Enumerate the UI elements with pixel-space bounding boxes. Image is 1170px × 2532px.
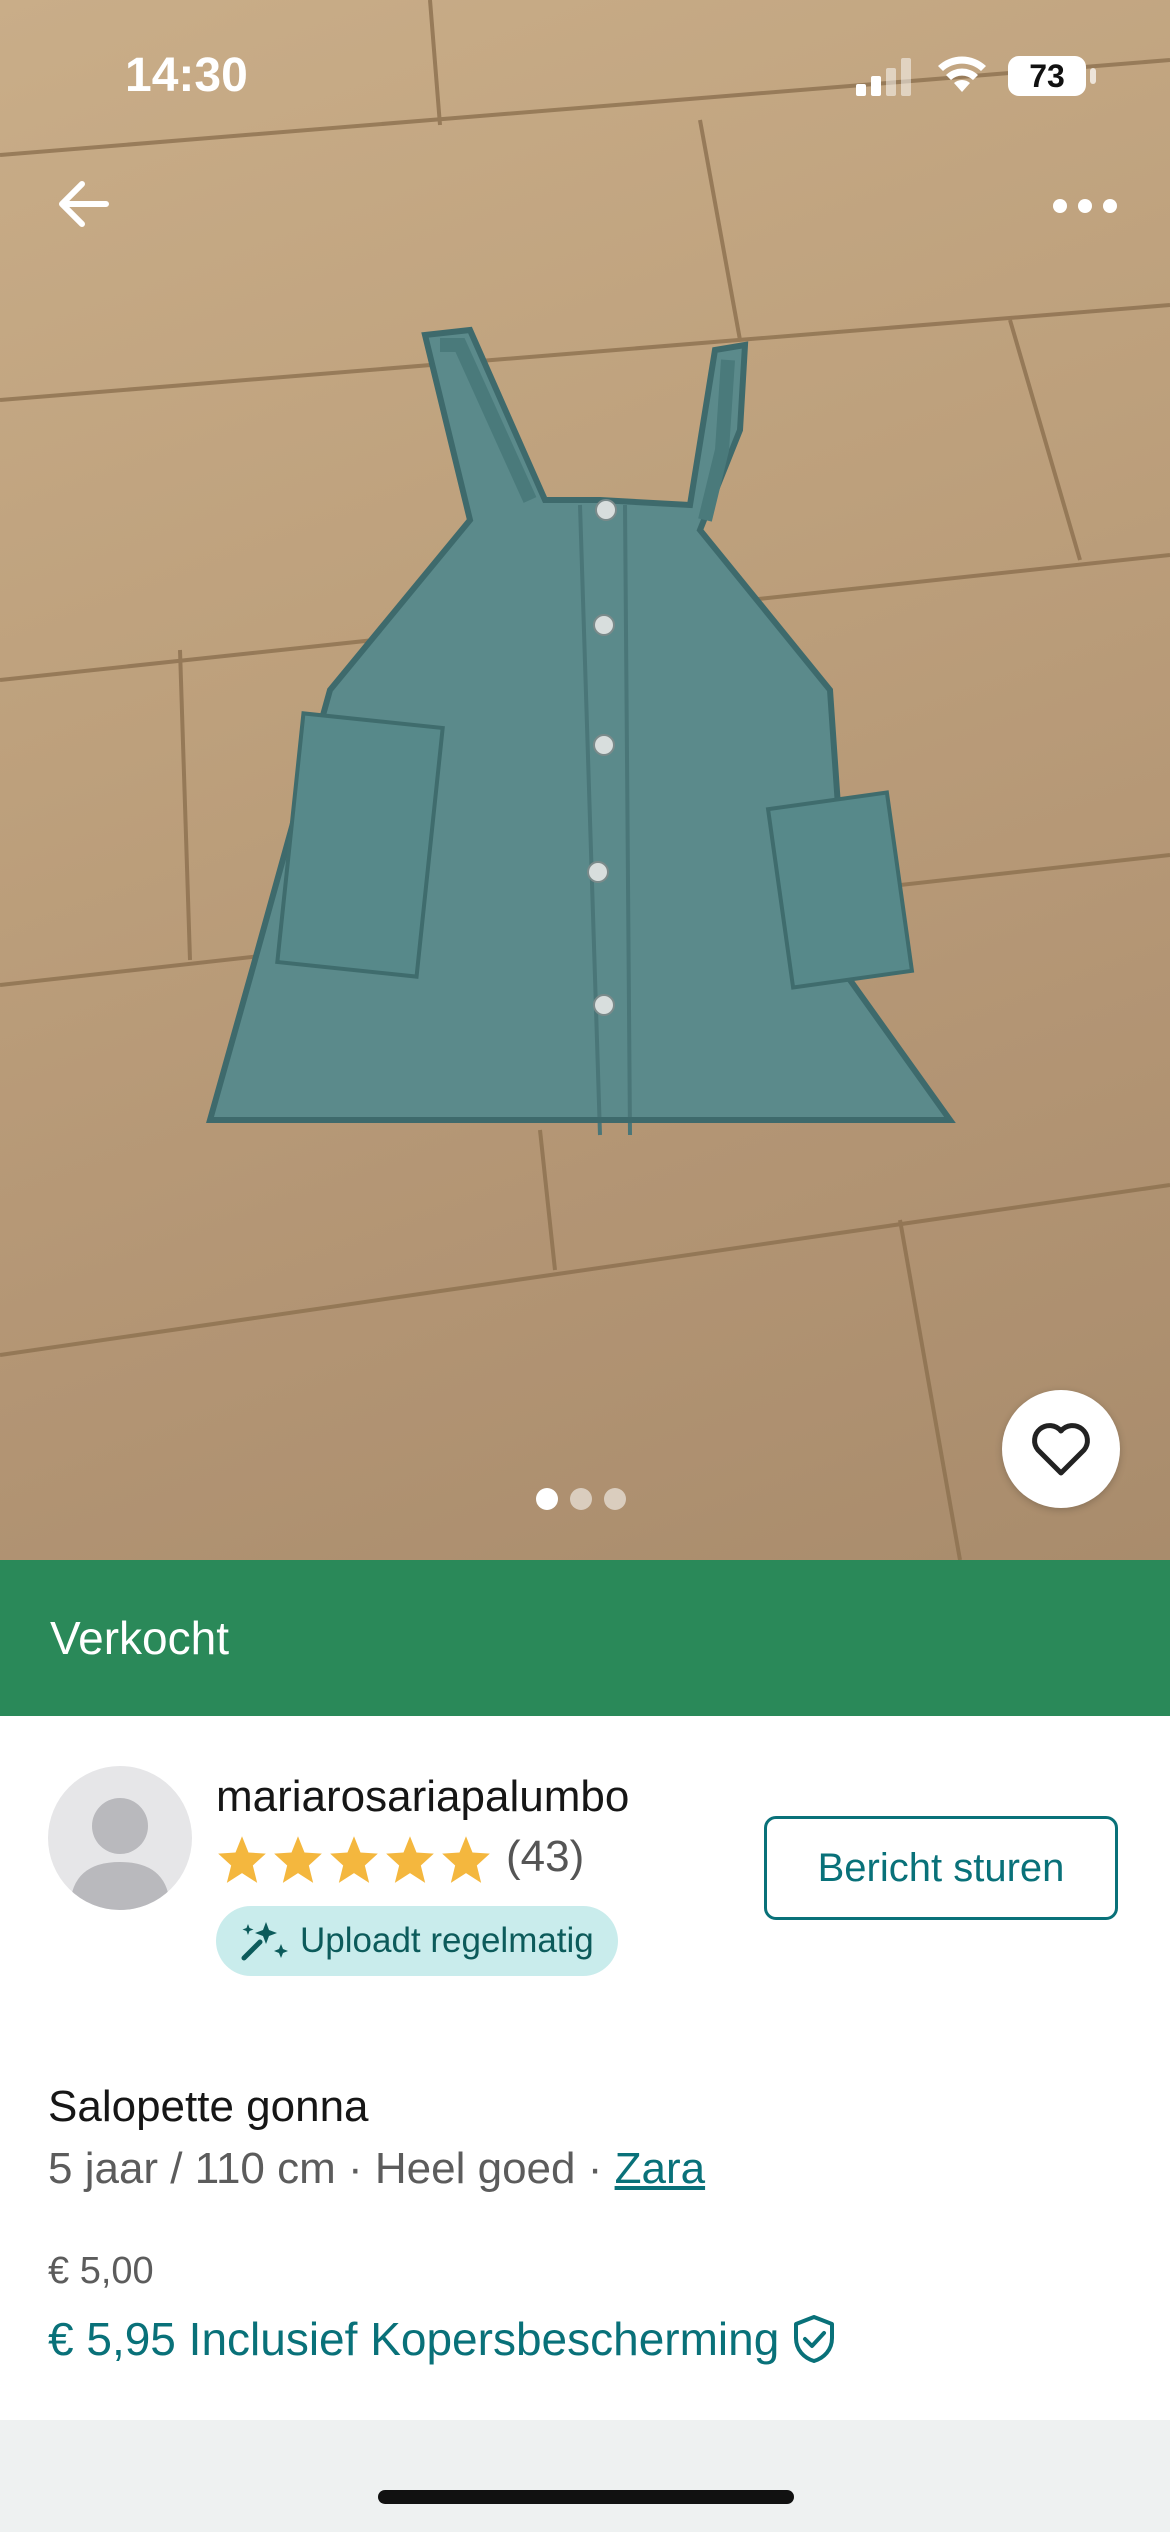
pagination-dot-2[interactable] [570, 1488, 592, 1510]
star-icon [442, 1836, 490, 1883]
favorite-button[interactable] [1002, 1390, 1120, 1508]
star-icon [274, 1836, 322, 1883]
product-photo[interactable]: 14:30 73 [0, 0, 1170, 1560]
status-time: 14:30 [125, 49, 248, 102]
brand-link[interactable]: Zara [615, 2144, 705, 2193]
seller-section[interactable]: mariarosariapalumbo (43) Uploadt regelma… [0, 1716, 1170, 2026]
rating-count[interactable]: (43) [506, 1832, 584, 1882]
separator: · [335, 2144, 375, 2193]
badge-label: Uploadt regelmatig [300, 1921, 594, 1960]
seller-username[interactable]: mariarosariapalumbo [216, 1772, 629, 1822]
sold-banner: Verkocht [0, 1560, 1170, 1716]
item-price: € 5,00 [48, 2250, 154, 2292]
wifi-icon [938, 56, 986, 92]
back-button[interactable] [48, 168, 120, 240]
cellular-signal-icon [856, 58, 911, 96]
footer-area [0, 2420, 1170, 2532]
heart-icon [1032, 1423, 1090, 1476]
arrow-left-icon [59, 181, 109, 227]
shield-check-icon[interactable] [791, 2314, 837, 2364]
avatar[interactable] [48, 1766, 192, 1910]
battery-tip [1090, 68, 1096, 84]
star-icon [218, 1836, 266, 1883]
rating-stars [216, 1834, 492, 1884]
floor-background [0, 0, 1170, 1560]
seller-badge: Uploadt regelmatig [216, 1906, 618, 1976]
item-info-section: Salopette gonna 5 jaar / 110 cm · Heel g… [0, 2024, 1170, 2422]
sold-label: Verkocht [50, 1612, 229, 1664]
status-bar: 14:30 73 [0, 0, 1170, 150]
item-condition: Heel goed [374, 2144, 576, 2193]
send-message-button[interactable]: Bericht sturen [764, 1816, 1118, 1920]
star-icon [330, 1836, 378, 1883]
item-size: 5 jaar / 110 cm [48, 2144, 336, 2193]
photo-pagination [536, 1488, 626, 1510]
pagination-dot-3[interactable] [604, 1488, 626, 1510]
separator: · [575, 2144, 615, 2193]
more-horizontal-icon [1053, 199, 1117, 213]
item-details: 5 jaar / 110 cm · Heel goed · Zara [48, 2144, 705, 2194]
upload-sparkle-icon [241, 1922, 288, 1961]
dress-illustration [206, 326, 956, 1136]
battery-level: 73 [1029, 57, 1065, 94]
pagination-dot-1[interactable] [536, 1488, 558, 1510]
home-indicator[interactable] [378, 2490, 794, 2504]
item-title: Salopette gonna [48, 2082, 369, 2131]
total-price-label[interactable]: € 5,95 Inclusief Kopersbescherming [48, 2312, 779, 2366]
user-placeholder-icon [70, 1798, 170, 1910]
total-price-with-protection[interactable]: € 5,95 Inclusief Kopersbescherming [48, 2312, 837, 2366]
more-options-button[interactable] [1040, 176, 1130, 236]
star-icon [386, 1836, 434, 1883]
battery-icon: 73 [1008, 56, 1086, 96]
